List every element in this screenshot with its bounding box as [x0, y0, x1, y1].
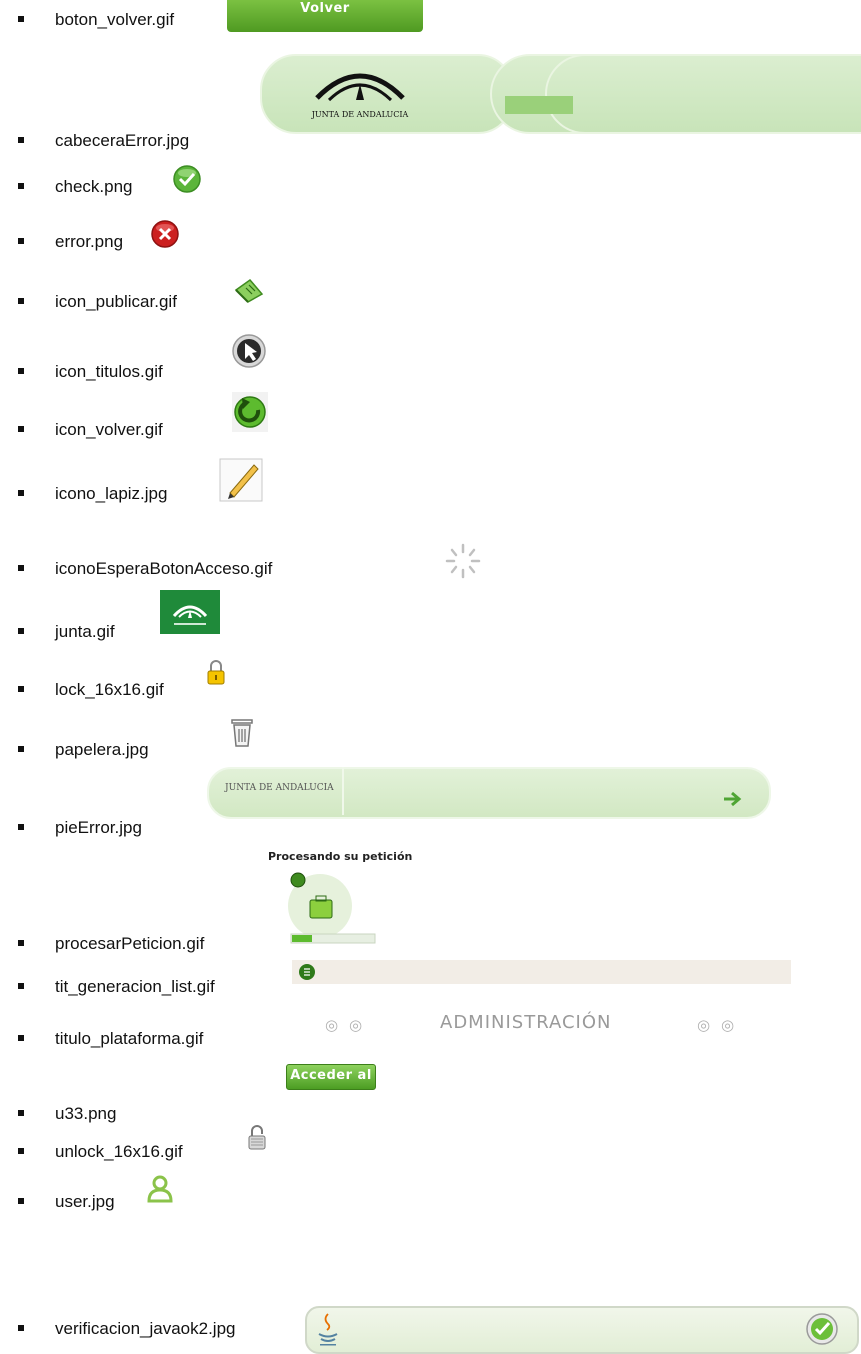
file-name: check.png — [55, 177, 133, 196]
list-icon — [299, 964, 315, 980]
list-bullet — [18, 686, 24, 692]
list-bullet — [18, 490, 24, 496]
file-name: error.png — [55, 232, 124, 251]
list-bullet — [18, 628, 24, 634]
title-bar-image — [292, 960, 791, 984]
circle-icon: ◎ — [349, 1017, 363, 1034]
list-bullet — [18, 1110, 24, 1116]
list-bullet — [18, 238, 24, 244]
file-name: user.jpg — [55, 1192, 115, 1211]
file-name: icon_titulos.gif — [55, 362, 163, 381]
list-bullet — [18, 16, 24, 22]
arrow-right-icon — [724, 791, 742, 807]
processing-image: Procesando su petición — [268, 840, 412, 950]
circle-icon: ◎ — [721, 1017, 735, 1034]
file-name: pieError.jpg — [55, 818, 142, 837]
processing-caption: Procesando su petición — [268, 850, 413, 863]
user-icon — [147, 1175, 173, 1203]
error-icon — [151, 220, 179, 248]
check-icon — [173, 165, 201, 193]
file-name: icon_publicar.gif — [55, 292, 177, 311]
list-bullet — [18, 1198, 24, 1204]
svg-text:JUNTA DE ANDALUCIA: JUNTA DE ANDALUCIA — [311, 110, 409, 119]
lock-icon — [207, 660, 225, 685]
list-bullet — [18, 183, 24, 189]
footer-error-image: JUNTA DE ANDALUCIA — [207, 767, 771, 819]
junta-footer-text: JUNTA DE ANDALUCIA — [225, 783, 334, 793]
file-name: icono_lapiz.jpg — [55, 484, 168, 503]
junta-logo-icon: JUNTA DE ANDALUCIA — [311, 73, 409, 119]
file-name: junta.gif — [55, 622, 115, 641]
platform-title-image: ◎ ◎ ADMINISTRACIÓN ◎ ◎ — [325, 1010, 765, 1042]
briefcase-icon — [288, 872, 376, 944]
platform-title: ADMINISTRACIÓN — [440, 1012, 612, 1033]
file-name: lock_16x16.gif — [55, 680, 164, 699]
access-system-button[interactable]: Acceder al sistema — [286, 1064, 376, 1105]
file-name: tit_generacion_list.gif — [55, 977, 215, 996]
file-name: unlock_16x16.gif — [55, 1142, 183, 1161]
list-bullet — [18, 298, 24, 304]
circle-icon: ◎ — [325, 1017, 339, 1034]
publish-icon — [234, 278, 264, 303]
file-name: procesarPeticion.gif — [55, 934, 205, 953]
file-name: u33.png — [55, 1104, 117, 1123]
list-bullet — [18, 1148, 24, 1154]
java-verification-image — [305, 1306, 861, 1354]
list-bullet — [18, 368, 24, 374]
unlock-icon — [248, 1125, 266, 1150]
list-bullet — [18, 1325, 24, 1331]
pencil-icon — [219, 458, 263, 502]
list-bullet — [18, 565, 24, 571]
list-bullet — [18, 1035, 24, 1041]
list-bullet — [18, 940, 24, 946]
header-error-image: JUNTA DE ANDALUCIA — [260, 50, 861, 140]
file-name: papelera.jpg — [55, 740, 149, 759]
list-bullet — [18, 983, 24, 989]
list-bullet — [18, 426, 24, 432]
list-bullet — [18, 137, 24, 143]
volver-button-image[interactable]: Volver — [227, 0, 423, 32]
circle-icon: ◎ — [697, 1017, 711, 1034]
file-name: icon_volver.gif — [55, 420, 163, 439]
trash-icon — [231, 719, 253, 747]
check-icon — [806, 1313, 838, 1345]
file-name: boton_volver.gif — [55, 10, 175, 29]
green-bar — [505, 96, 573, 114]
junta-logo-icon — [160, 590, 220, 634]
file-name: verificacion_javaok2.jpg — [55, 1319, 236, 1338]
file-name: cabeceraError.jpg — [55, 131, 190, 150]
list-bullet — [18, 746, 24, 752]
file-name: titulo_plataforma.gif — [55, 1029, 204, 1048]
cursor-icon — [232, 334, 266, 368]
list-bullet — [18, 824, 24, 830]
java-icon — [318, 1313, 338, 1346]
spinner-icon — [445, 543, 481, 579]
return-arrow-icon — [232, 392, 268, 432]
file-name: iconoEsperaBotonAcceso.gif — [55, 559, 273, 578]
